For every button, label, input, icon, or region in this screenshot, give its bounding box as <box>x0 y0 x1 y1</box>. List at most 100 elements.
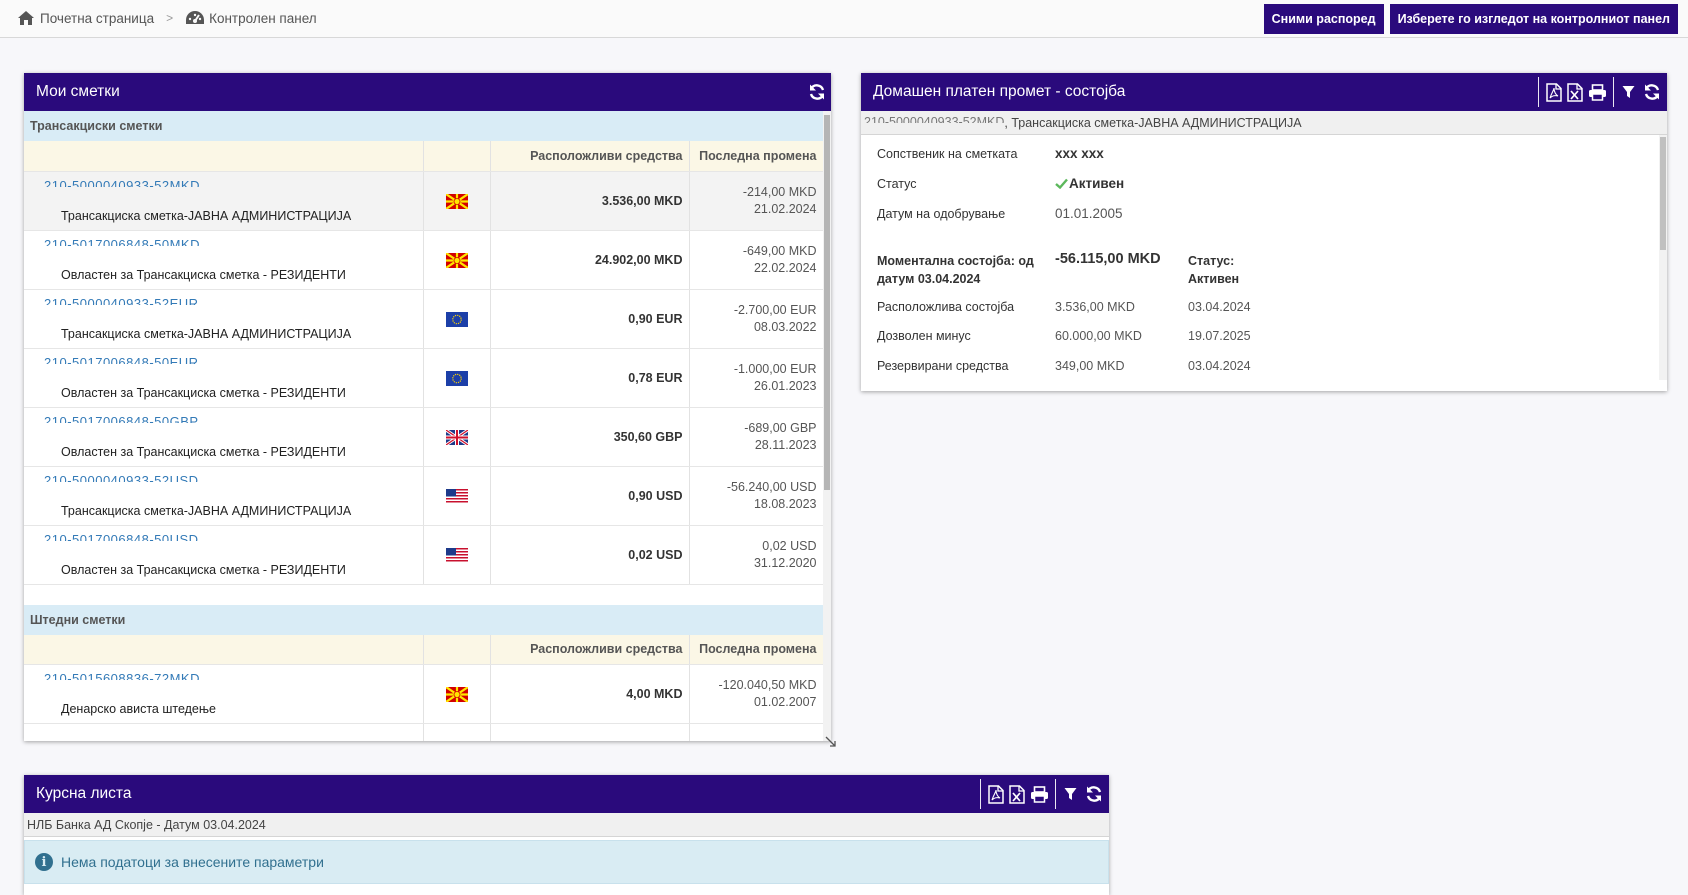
toolbar-divider <box>1055 779 1056 809</box>
refresh-icon[interactable] <box>1639 73 1665 111</box>
panel-title: Курсна листа <box>36 785 132 802</box>
change-date: 31.12.2020 <box>753 555 817 570</box>
toolbar-divider <box>1613 77 1614 107</box>
account-number: 210-5000040933-52MKD <box>864 116 1005 123</box>
table-row[interactable]: 210-5000040933-52EUR Трансакциска сметка-… <box>24 289 824 349</box>
refresh-icon[interactable] <box>806 73 827 111</box>
print-icon[interactable] <box>1027 775 1051 813</box>
change-date: 21.02.2024 <box>753 201 817 216</box>
dashboard-icon <box>185 9 205 27</box>
header-name-cell <box>24 141 424 172</box>
table-row[interactable]: 210-5017006848-50EUR Овластен за Трансакц… <box>24 348 824 408</box>
table-row[interactable]: 210-5017006848-50GBP Овластен за Трансакц… <box>24 407 824 467</box>
breadcrumb-home-link[interactable]: Почетна страница <box>40 11 154 26</box>
mk-flag-icon <box>445 687 468 703</box>
exchange-rate-panel: Курсна листа НЛБ Банка АД Скопје - Датум… <box>24 775 1109 895</box>
group-title-savings: Штедни сметки <box>24 604 823 635</box>
approval-date-value: 01.01.2005 <box>1055 206 1123 221</box>
change-date: 26.01.2023 <box>753 378 817 393</box>
account-number-link[interactable]: 210-5017006848-50GBP <box>44 415 199 423</box>
group-title-transaction: Трансакциски сметки <box>24 111 823 141</box>
exchange-subtitle: НЛБ Банка АД Скопје - Датум 03.04.2024 <box>24 813 1109 837</box>
account-number-link[interactable]: 210-5000040933-52EUR <box>44 297 199 305</box>
table-row[interactable]: 210-5015608836-72MKD Денарско ависта штед… <box>24 664 824 724</box>
table-row[interactable]: 210-5017006848-50MKD Овластен за Трансакц… <box>24 230 824 290</box>
filter-icon[interactable] <box>1618 73 1639 111</box>
table-row[interactable]: 210-5000040933-52USD Трансакциска сметка-… <box>24 466 824 526</box>
my-accounts-panel: Мои сметки Трансакциски сметки Расположл… <box>24 73 836 747</box>
account-name: Овластен за Трансакциска сметка - РЕЗИДЕ… <box>61 385 346 400</box>
info-icon: i <box>35 853 53 871</box>
savings-accounts-table: Расположливи средства Последна промена 2… <box>24 634 824 741</box>
resize-handle-icon[interactable] <box>825 736 837 751</box>
account-number-link[interactable]: 210-5017006848-50USD <box>44 533 199 541</box>
current-balance-value: -56.115,00 MKD <box>1055 251 1161 267</box>
current-status-label: Статус: Активен <box>1188 252 1239 288</box>
save-layout-button[interactable]: Сними распоред <box>1263 4 1384 34</box>
excel-export-icon[interactable] <box>1564 73 1585 111</box>
table-row[interactable]: 210-5000040933-52MKD Трансакциска сметка-… <box>24 171 824 231</box>
no-data-alert: i Нема податоци за внесените параметри <box>24 840 1109 884</box>
uk-flag-icon <box>445 429 468 445</box>
status-value-wrap: Активен <box>1055 176 1124 191</box>
account-name: Трансакциска сметка-ЈАВНА АДМИНИСТРАЦИЈА <box>61 503 352 518</box>
check-icon <box>1055 178 1068 189</box>
approval-date-label: Датум на одобрување <box>877 207 1006 221</box>
account-name: , Трансакциска сметка-ЈАВНА АДМИНИСТРАЦИ… <box>1004 115 1302 130</box>
account-balance: 0,02 USD <box>490 525 690 585</box>
account-number-link[interactable]: 210-5017006848-50MKD <box>44 238 200 246</box>
account-name: Овластен за Трансакциска сметка - РЕЗИДЕ… <box>61 267 346 282</box>
filter-icon[interactable] <box>1060 775 1081 813</box>
owner-label: Сопственик на сметката <box>877 147 1018 161</box>
change-amount: -689,00 GBP <box>744 420 817 435</box>
header-name-cell <box>24 634 424 665</box>
account-balance: 0,90 USD <box>490 466 690 526</box>
status-label: Статус <box>877 177 917 191</box>
available-balance-value: 3.536,00 MKD <box>1055 300 1135 314</box>
print-icon[interactable] <box>1585 73 1609 111</box>
accounts-list: Трансакциски сметки Расположливи средств… <box>24 111 831 741</box>
panel-title: Мои сметки <box>36 83 120 100</box>
owner-value: xxx xxx <box>1055 146 1104 161</box>
pdf-export-icon[interactable] <box>1543 73 1564 111</box>
account-balance: 4,00 MKD <box>490 664 690 724</box>
refresh-icon[interactable] <box>1081 775 1107 813</box>
table-header-row: Расположливи средства Последна промена <box>24 141 824 172</box>
reserved-funds-label: Резервирани средства <box>877 359 1009 373</box>
domestic-payment-panel: Домашен платен промет - состојба 210-500… <box>861 73 1667 391</box>
table-row[interactable]: 210-5017006848-50USD Овластен за Трансакц… <box>24 525 824 585</box>
account-number-link[interactable]: 210-5000040933-52MKD <box>44 179 200 187</box>
eu-flag-icon <box>445 311 468 327</box>
change-amount: -214,00 MKD <box>742 184 817 199</box>
excel-export-icon[interactable] <box>1006 775 1027 813</box>
header-last-change: Последна промена <box>689 141 824 172</box>
available-balance-label: Расположлива состојба <box>877 300 1015 314</box>
last-change-cell: -2.700,00 EUR 08.03.2022 <box>689 289 824 349</box>
account-number-link[interactable]: 210-5000040933-52USD <box>44 474 199 482</box>
account-number-link[interactable]: 210-5015608836-72MKD <box>44 672 200 680</box>
change-amount: -120.040,50 MKD <box>718 678 817 692</box>
choose-dashboard-view-button[interactable]: Изберете го изгледот на контролниот пане… <box>1389 4 1678 34</box>
header-available: Расположливи средства <box>490 634 690 665</box>
change-amount: 0,02 USD <box>762 538 817 553</box>
account-subtitle: 210-5000040933-52MKD , Трансакциска смет… <box>861 111 1667 135</box>
scrollbar-thumb[interactable] <box>824 115 830 490</box>
pdf-export-icon[interactable] <box>985 775 1006 813</box>
current-balance-label: Моментална состојба: од датум 03.04.2024 <box>877 254 1034 286</box>
change-date: 08.03.2022 <box>753 319 817 334</box>
overdraft-date: 19.07.2025 <box>1188 329 1251 343</box>
panel-header: Мои сметки <box>24 73 831 111</box>
breadcrumb-current: Контролен панел <box>209 10 317 26</box>
last-change-cell: -649,00 MKD 22.02.2024 <box>689 230 824 290</box>
header-flag-cell <box>423 141 491 172</box>
top-bar: Почетна страница > Контролен панел Сними… <box>0 0 1688 38</box>
last-change-cell: -1.000,00 EUR 26.01.2023 <box>689 348 824 408</box>
account-number-link[interactable]: 210-5017006848-50EUR <box>44 356 199 364</box>
account-name: Трансакциска сметка-ЈАВНА АДМИНИСТРАЦИЈА <box>61 208 352 223</box>
toolbar-divider <box>980 779 981 809</box>
table-row[interactable] <box>24 723 824 741</box>
last-change-cell: -56.240,00 USD 18.08.2023 <box>689 466 824 526</box>
home-icon[interactable] <box>16 9 36 27</box>
us-flag-icon <box>445 547 468 563</box>
scrollbar-thumb[interactable] <box>1660 137 1666 250</box>
